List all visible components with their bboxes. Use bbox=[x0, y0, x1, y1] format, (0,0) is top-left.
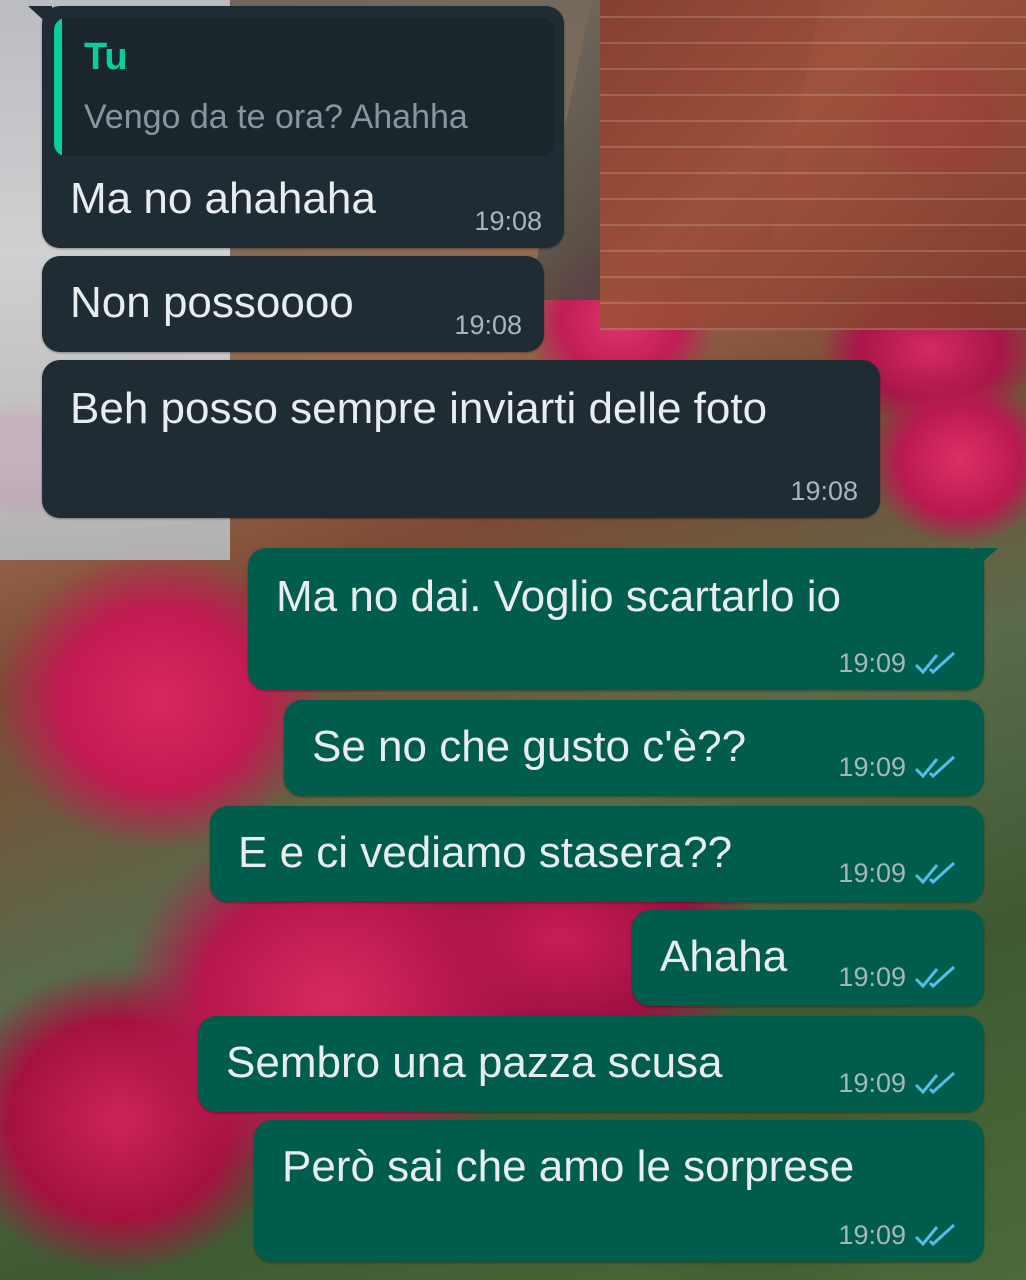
message-text: Sembro una pazza scusa bbox=[226, 1038, 723, 1087]
message-text: Non possoooo bbox=[70, 278, 354, 327]
message-text: Ahaha bbox=[660, 932, 788, 981]
quote-author: Tu bbox=[84, 36, 128, 78]
message-meta: 19:08 bbox=[454, 310, 522, 341]
message-meta: 19:09 bbox=[838, 648, 958, 679]
double-check-icon bbox=[914, 755, 958, 781]
quote-accent-bar bbox=[54, 18, 62, 156]
message-time: 19:08 bbox=[454, 310, 522, 340]
message-text: Ma no dai. Voglio scartarlo io bbox=[276, 572, 841, 621]
message-bubble-incoming[interactable]: Non possoooo 19:08 bbox=[42, 256, 544, 352]
bubble-tail bbox=[974, 548, 998, 570]
message-text: E e ci vediamo stasera?? bbox=[238, 828, 733, 877]
message-time: 19:09 bbox=[838, 962, 906, 992]
double-check-icon bbox=[914, 965, 958, 991]
message-bubble-outgoing[interactable]: Ahaha 19:09 bbox=[632, 910, 984, 1006]
message-meta: 19:09 bbox=[838, 858, 958, 889]
message-bubble-incoming[interactable]: Beh posso sempre inviarti delle foto 19:… bbox=[42, 360, 880, 518]
quoted-message[interactable]: Tu Vengo da te ora? Ahahha bbox=[54, 18, 554, 156]
quote-text: Vengo da te ora? Ahahha bbox=[84, 98, 468, 136]
chat-message-list[interactable]: Tu Vengo da te ora? Ahahha Ma no ahahaha… bbox=[0, 0, 1026, 1280]
double-check-icon bbox=[914, 1223, 958, 1249]
message-bubble-outgoing[interactable]: Se no che gusto c'è?? 19:09 bbox=[284, 700, 984, 796]
message-bubble-outgoing[interactable]: Però sai che amo le sorprese 19:09 bbox=[254, 1120, 984, 1262]
message-text: Se no che gusto c'è?? bbox=[312, 722, 747, 771]
message-meta: 19:09 bbox=[838, 752, 958, 783]
message-text: Ma no ahahaha bbox=[70, 174, 376, 223]
message-meta: 19:09 bbox=[838, 962, 958, 993]
message-bubble-incoming[interactable]: Tu Vengo da te ora? Ahahha Ma no ahahaha… bbox=[28, 6, 564, 248]
message-bubble-outgoing[interactable]: Ma no dai. Voglio scartarlo io 19:09 bbox=[248, 548, 998, 690]
message-bubble-outgoing[interactable]: E e ci vediamo stasera?? 19:09 bbox=[210, 806, 984, 902]
message-bubble-outgoing[interactable]: Sembro una pazza scusa 19:09 bbox=[198, 1016, 984, 1112]
message-meta: 19:08 bbox=[790, 476, 858, 507]
message-time: 19:09 bbox=[838, 648, 906, 678]
bubble-tail bbox=[28, 6, 52, 28]
message-time: 19:08 bbox=[474, 206, 542, 236]
message-meta: 19:08 bbox=[474, 206, 542, 237]
message-time: 19:08 bbox=[790, 476, 858, 506]
message-time: 19:09 bbox=[838, 858, 906, 888]
double-check-icon bbox=[914, 651, 958, 677]
message-time: 19:09 bbox=[838, 1068, 906, 1098]
double-check-icon bbox=[914, 861, 958, 887]
double-check-icon bbox=[914, 1071, 958, 1097]
message-time: 19:09 bbox=[838, 752, 906, 782]
message-text: Beh posso sempre inviarti delle foto bbox=[70, 384, 768, 433]
message-meta: 19:09 bbox=[838, 1068, 958, 1099]
message-text: Però sai che amo le sorprese bbox=[282, 1142, 855, 1191]
message-time: 19:09 bbox=[838, 1220, 906, 1250]
message-meta: 19:09 bbox=[838, 1220, 958, 1251]
